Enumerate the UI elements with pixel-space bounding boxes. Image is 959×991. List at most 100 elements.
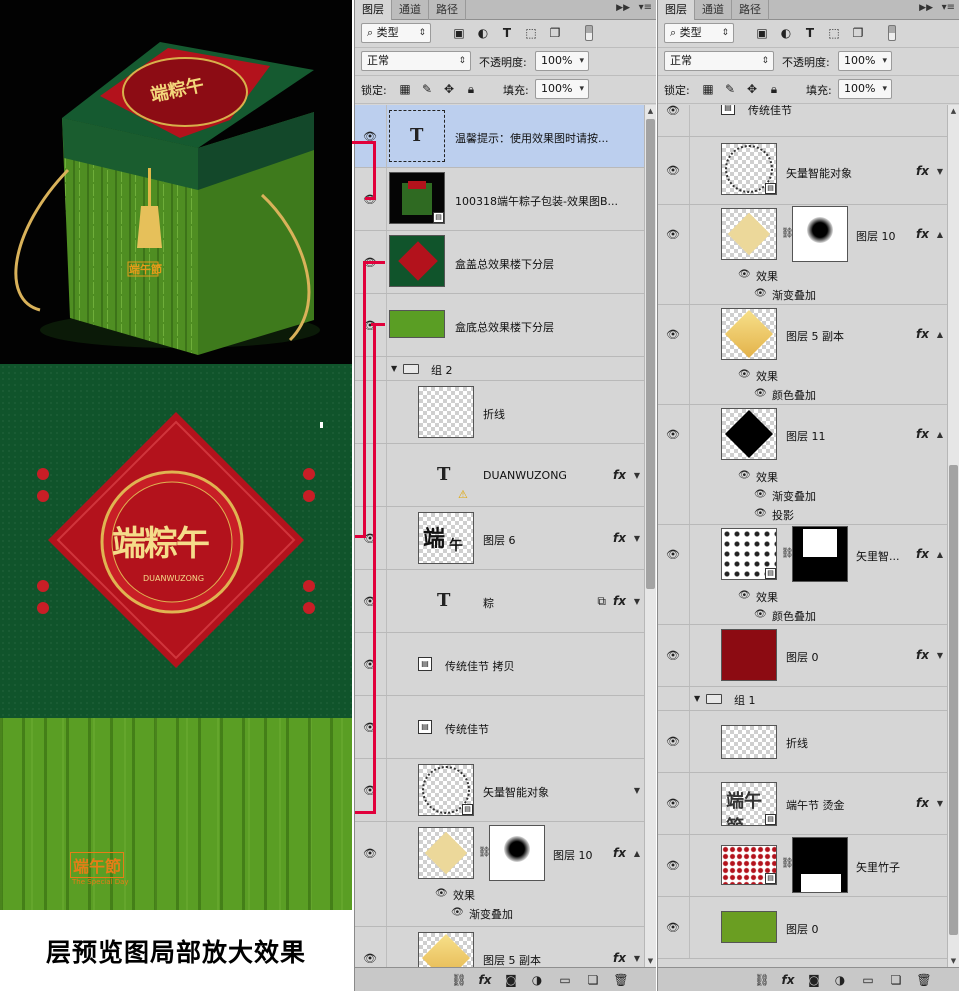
eye-icon[interactable]: 👁︎: [738, 470, 751, 481]
chevron-down-icon[interactable]: ▼: [634, 534, 640, 543]
link-icon[interactable]: ⛓: [478, 846, 491, 860]
chevron-up-icon[interactable]: ▲: [937, 230, 943, 239]
layer-list-scrollbar[interactable]: ▲ ▼: [644, 105, 656, 967]
fx-icon[interactable]: fx: [613, 951, 626, 965]
adjustment-layer-icon[interactable]: ◑: [529, 972, 545, 988]
add-style-icon[interactable]: fx: [780, 972, 796, 988]
lock-paint-icon[interactable]: ✎: [419, 81, 435, 97]
tab-channels[interactable]: 通道: [392, 0, 429, 20]
type-filter-icon[interactable]: T: [802, 25, 818, 41]
layer-row-lid-total[interactable]: 👁︎ 盒盖总效果楼下分层: [355, 231, 644, 294]
fill-input[interactable]: 100% ▾: [535, 79, 589, 99]
type-filter-icon[interactable]: T: [499, 25, 515, 41]
lock-transparency-icon[interactable]: ▦: [700, 81, 716, 97]
new-group-icon[interactable]: ▭: [860, 972, 876, 988]
add-mask-icon[interactable]: ◙: [503, 972, 519, 988]
layer-row-layer-5-copy[interactable]: 👁︎ 图层 5 副本 fx ▼: [355, 927, 644, 967]
fx-icon[interactable]: fx: [916, 427, 929, 441]
chevron-up-icon[interactable]: ▲: [937, 430, 943, 439]
layer-row-base-total[interactable]: 👁︎ 盒底总效果楼下分层: [355, 294, 644, 357]
delete-layer-icon[interactable]: 🗑︎: [916, 972, 932, 988]
layer-row-duanwuzong-text[interactable]: T ⚠ DUANWUZONG fx ▼: [355, 444, 644, 507]
adjustment-filter-icon[interactable]: ◐: [778, 25, 794, 41]
layer-row-vector-smart[interactable]: 👁︎ ▤ 矢量智能对象 fx ▼: [658, 137, 947, 205]
eye-icon[interactable]: 👁︎: [665, 860, 681, 872]
pixel-filter-icon[interactable]: ▣: [754, 25, 770, 41]
layer-group-2[interactable]: ▼ 组 2: [355, 357, 644, 381]
filter-toggle-switch[interactable]: [888, 25, 896, 41]
chevron-down-icon[interactable]: ▼: [937, 651, 943, 660]
eye-icon[interactable]: 👁︎: [754, 288, 767, 299]
eye-icon[interactable]: 👁︎: [665, 165, 681, 177]
eye-icon[interactable]: 👁︎: [665, 549, 681, 561]
collapse-icon[interactable]: ▶▶: [616, 3, 630, 13]
new-layer-icon[interactable]: ❏: [585, 972, 601, 988]
tab-paths[interactable]: 路径: [429, 0, 466, 20]
layer-row-layer-10[interactable]: 👁︎ ⛓ 图层 10 fx ▲ 👁︎ 效果 👁︎ 渐变叠加: [658, 205, 947, 305]
blend-mode-select[interactable]: 正常 ⇕: [664, 51, 774, 71]
smart-object-filter-icon[interactable]: ❐: [547, 25, 563, 41]
shape-filter-icon[interactable]: ⬚: [826, 25, 842, 41]
eye-icon[interactable]: 👁︎: [738, 590, 751, 601]
link-layers-icon[interactable]: ⛓: [754, 972, 770, 988]
scroll-thumb[interactable]: [949, 465, 958, 935]
fx-icon[interactable]: fx: [613, 594, 626, 608]
panel-menu-icon[interactable]: ▾≡: [639, 2, 652, 13]
lock-all-icon[interactable]: 🔒︎: [766, 81, 782, 97]
layer-row-notice-text[interactable]: 👁︎ T 温馨提示：使用效果图时请按...: [355, 105, 644, 168]
layer-row-layer-10[interactable]: 👁︎ ⛓ 图层 10 fx ▲ 👁︎ 效果 👁︎ 渐变叠加: [355, 822, 644, 927]
opacity-input[interactable]: 100% ▾: [535, 51, 589, 71]
fx-icon[interactable]: fx: [613, 468, 626, 482]
adjustment-filter-icon[interactable]: ◐: [475, 25, 491, 41]
layer-row-fold-line[interactable]: 👁︎ 折线: [658, 711, 947, 773]
eye-icon[interactable]: 👁︎: [665, 922, 681, 934]
fx-icon[interactable]: fx: [916, 547, 929, 561]
layer-row-layer-11[interactable]: 👁︎ 图层 11 fx ▲ 👁︎ 效果 👁︎ 渐变叠加 👁︎ 投影: [658, 405, 947, 525]
lock-all-icon[interactable]: 🔒︎: [463, 81, 479, 97]
layer-row-layer-5-copy[interactable]: 👁︎ 图层 5 副本 fx ▲ 👁︎ 效果 👁︎ 颜色叠加: [658, 305, 947, 405]
fx-icon[interactable]: fx: [916, 164, 929, 178]
chevron-up-icon[interactable]: ▲: [937, 550, 943, 559]
scroll-up-icon[interactable]: ▲: [948, 105, 959, 117]
filter-kind-select[interactable]: ⌕ 类型 ⇕: [361, 23, 431, 43]
panel-menu-icon[interactable]: ▾≡: [942, 2, 955, 13]
scroll-down-icon[interactable]: ▼: [948, 955, 959, 967]
add-mask-icon[interactable]: ◙: [806, 972, 822, 988]
adjustment-layer-icon[interactable]: ◑: [832, 972, 848, 988]
layer-row-gold-foil[interactable]: 👁︎ 端午節 ▤ 端午节 烫金 fx ▼: [658, 773, 947, 835]
filter-kind-select[interactable]: ⌕ 类型 ⇕: [664, 23, 734, 43]
lock-move-icon[interactable]: ✥: [441, 81, 457, 97]
layer-row-festival[interactable]: 👁︎ ▤ 传统佳节: [658, 105, 947, 137]
chevron-up-icon[interactable]: ▲: [634, 849, 640, 858]
link-icon[interactable]: ⛓: [781, 547, 794, 561]
smart-object-filter-icon[interactable]: ❐: [850, 25, 866, 41]
delete-layer-icon[interactable]: 🗑︎: [613, 972, 629, 988]
layer-row-layer-6[interactable]: 👁︎ 端 午 图层 6 fx ▼: [355, 507, 644, 570]
link-layers-icon[interactable]: ⛓: [451, 972, 467, 988]
layer-row-festival[interactable]: 👁︎ ▤ 传统佳节: [355, 696, 644, 759]
chevron-up-icon[interactable]: ▲: [937, 330, 943, 339]
scroll-down-icon[interactable]: ▼: [645, 955, 656, 967]
fx-icon[interactable]: fx: [613, 531, 626, 545]
chevron-down-icon[interactable]: ▼: [634, 786, 640, 795]
scroll-thumb[interactable]: [646, 119, 655, 589]
opacity-input[interactable]: 100% ▾: [838, 51, 892, 71]
scroll-up-icon[interactable]: ▲: [645, 105, 656, 117]
eye-icon[interactable]: 👁︎: [665, 429, 681, 441]
eye-icon[interactable]: 👁︎: [754, 489, 767, 500]
lock-paint-icon[interactable]: ✎: [722, 81, 738, 97]
eye-icon[interactable]: 👁︎: [738, 369, 751, 380]
expand-triangle-icon[interactable]: ▼: [391, 364, 397, 373]
add-style-icon[interactable]: fx: [477, 972, 493, 988]
layer-row-fold-line[interactable]: 折线: [355, 381, 644, 444]
chevron-down-icon[interactable]: ▼: [634, 954, 640, 963]
eye-icon[interactable]: 👁︎: [665, 105, 681, 117]
eye-icon[interactable]: 👁︎: [754, 609, 767, 620]
layer-row-vector-bamboo[interactable]: 👁︎ ▤ ⛓ 矢里竹子: [658, 835, 947, 897]
eye-icon[interactable]: 👁︎: [665, 736, 681, 748]
layer-row-festival-copy[interactable]: 👁︎ ▤ 传统佳节 拷贝: [355, 633, 644, 696]
tab-layers[interactable]: 图层: [355, 0, 392, 20]
link-icon[interactable]: ⛓: [781, 227, 794, 241]
fx-icon[interactable]: fx: [916, 648, 929, 662]
eye-icon[interactable]: 👁︎: [362, 848, 378, 860]
